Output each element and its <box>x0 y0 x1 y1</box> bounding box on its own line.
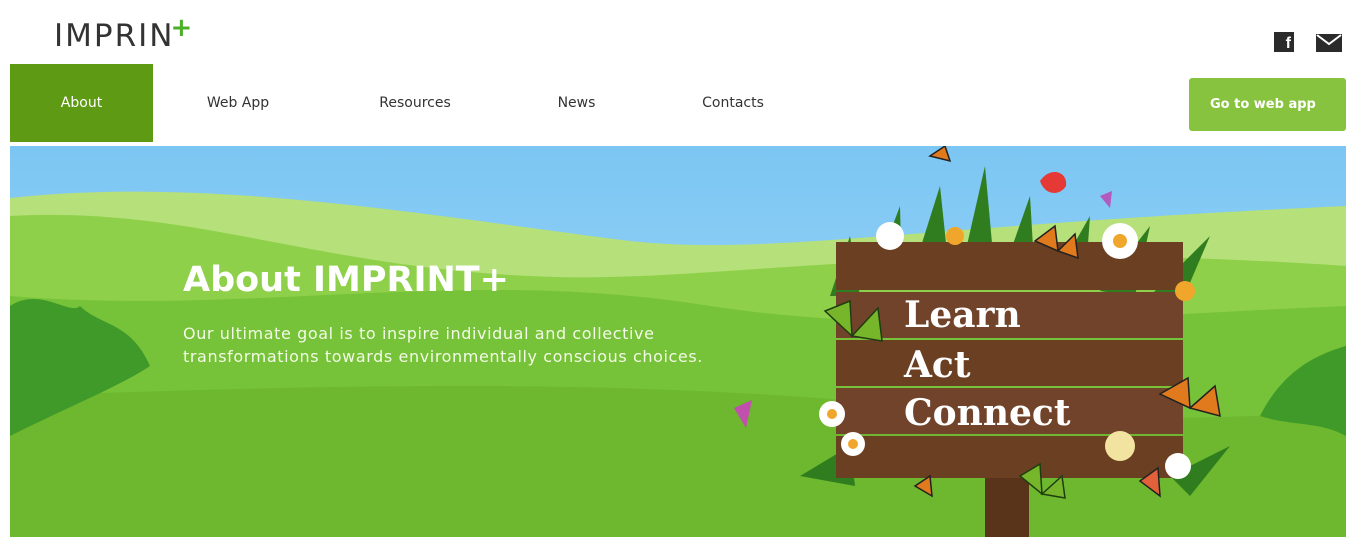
social-links: f <box>1266 32 1346 56</box>
nav-item-web-app[interactable]: Web App <box>184 64 292 142</box>
nav-item-resources[interactable]: Resources <box>355 64 475 142</box>
hero-title: About IMPRINT+ <box>183 260 509 300</box>
nav-item-contacts[interactable]: Contacts <box>678 64 788 142</box>
sign-word-learn: Learn <box>904 294 1021 336</box>
facebook-icon[interactable]: f <box>1274 32 1294 52</box>
sign-word-connect: Connect <box>904 392 1071 434</box>
main-nav: About Web App Resources News Contacts <box>10 64 790 142</box>
nav-item-about[interactable]: About <box>10 64 153 142</box>
nav-item-news[interactable]: News <box>539 64 614 142</box>
mail-icon[interactable] <box>1316 34 1342 52</box>
go-to-web-app-button[interactable]: Go to web app <box>1189 78 1346 131</box>
logo-plus-mark: + <box>170 13 195 43</box>
hero-banner: About IMPRINT+ Our ultimate goal is to i… <box>10 146 1346 537</box>
hero-description: Our ultimate goal is to inspire individu… <box>183 324 703 366</box>
logo-text: IMPRIN <box>54 18 175 54</box>
logo[interactable]: IMPRIN+ <box>54 6 194 58</box>
sign-word-act: Act <box>904 344 971 386</box>
